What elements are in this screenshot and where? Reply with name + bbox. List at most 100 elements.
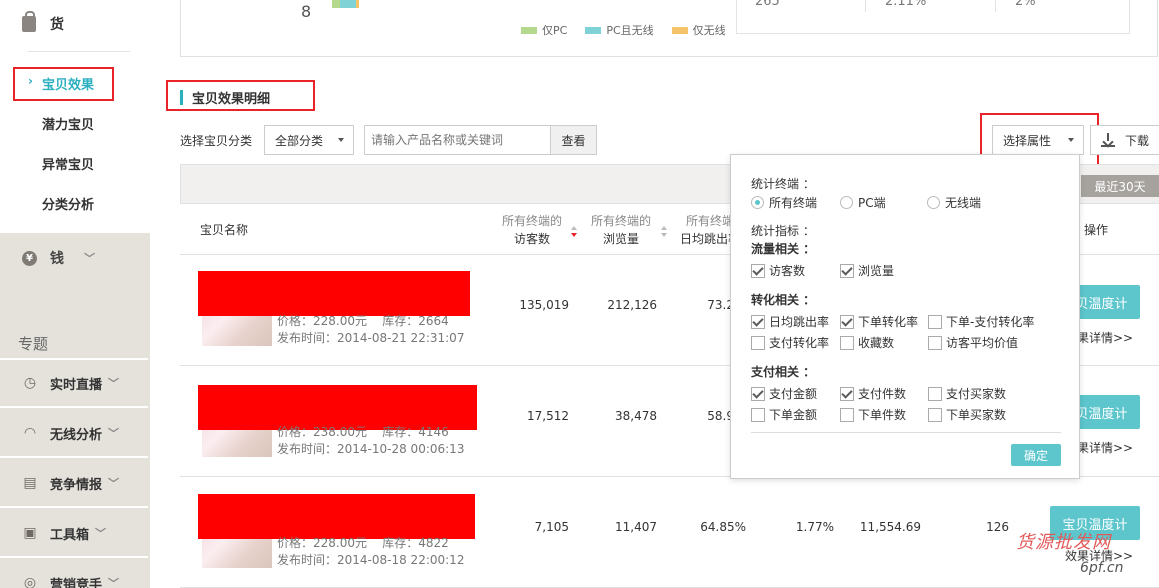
radio-all-terminals[interactable]: 所有终端 [751, 194, 817, 211]
sort-down-icon[interactable] [661, 233, 667, 237]
header-line: 访客数 [514, 232, 551, 246]
divider [865, 0, 866, 12]
legend-label: PC且无线 [606, 24, 654, 37]
divider [28, 51, 130, 52]
group-title-traffic: 流量相关 ： [751, 242, 816, 256]
sort-up-icon[interactable] [571, 226, 577, 230]
checkbox-pay-items[interactable]: 支付件数 [840, 385, 906, 402]
cell-visitors: 17,512 [527, 409, 569, 423]
column-header-pageviews[interactable]: 所有终端的 浏览量 [591, 212, 651, 248]
sidebar-money-label: 钱 [50, 251, 64, 267]
chevron-down-icon: ﹀ [108, 577, 120, 588]
sidebar-goods-header[interactable]: 货 [22, 11, 64, 34]
cell-visitors: 7,105 [534, 520, 569, 534]
product-stock: 库存：2664 [382, 314, 449, 328]
chevron-down-icon: ﹀ [108, 427, 120, 440]
checkbox-icon [928, 314, 942, 329]
radio-wireless[interactable]: 无线端 [927, 194, 981, 211]
download-button[interactable]: 下载 [1090, 125, 1159, 155]
checkbox-label: 下单买家数 [946, 408, 1007, 422]
checkbox-label: 收藏数 [858, 336, 895, 350]
sidebar-item-label: 竞争情报 [50, 477, 103, 493]
checkbox-pageviews[interactable]: 浏览量 [840, 262, 894, 279]
mini-bar [340, 0, 356, 8]
checkbox-order-items[interactable]: 下单件数 [840, 406, 906, 423]
checkbox-pay-conversion[interactable]: 支付转化率 [751, 334, 829, 351]
mini-bar-chart [332, 0, 362, 8]
radio-icon [840, 196, 853, 209]
search-button[interactable]: 查看 [550, 125, 597, 155]
coin-icon: ¥ [22, 250, 37, 266]
legend-swatch [521, 26, 537, 34]
cell-pageviews: 11,407 [615, 520, 657, 534]
category-select[interactable]: 全部分类 [264, 125, 354, 155]
product-stock: 库存：4822 [382, 536, 449, 550]
checkbox-icon [928, 386, 942, 401]
download-label: 下载 [1125, 133, 1150, 148]
cell-pageviews: 38,478 [615, 409, 657, 423]
checkbox-visitors[interactable]: 访客数 [751, 262, 805, 279]
divider [751, 432, 1061, 433]
metric-label: 统计指标 ： [751, 224, 815, 238]
sidebar-money-header[interactable]: ¥ 钱 ﹀ [22, 248, 95, 268]
checkbox-bounce-rate[interactable]: 日均跳出率 [751, 313, 829, 330]
search-input[interactable] [364, 125, 551, 155]
sidebar-item-abnormal[interactable]: 异常宝贝 [42, 154, 94, 173]
sort-down-icon[interactable] [571, 233, 577, 237]
group-title-payment: 支付相关 ： [751, 365, 816, 379]
sort-up-icon[interactable] [661, 226, 667, 230]
checkbox-label: 下单-支付转化率 [946, 315, 1035, 329]
sidebar-item-category-analysis[interactable]: 分类分析 [42, 194, 94, 213]
sidebar-item-toolbox[interactable]: ▣ 工具箱 ﹀ [0, 510, 148, 558]
toolbox-icon: ▣ [23, 525, 37, 541]
checkbox-order-conversion[interactable]: 下单转化率 [840, 313, 918, 330]
sidebar-item-wireless[interactable]: ◠ 无线分析 ﹀ [0, 410, 148, 458]
chevron-down-icon: ﹀ [84, 252, 95, 265]
checkbox-favorites[interactable]: 收藏数 [840, 334, 894, 351]
stat-value: 2.11% [885, 0, 927, 9]
column-header-ops: 操作 [1084, 223, 1109, 237]
column-header-visitors[interactable]: 所有终端的 访客数 [502, 212, 562, 248]
checkbox-label: 下单金额 [769, 408, 818, 422]
wifi-icon: ◠ [24, 425, 36, 441]
checkbox-order-amount[interactable]: 下单金额 [751, 406, 817, 423]
checkbox-label: 浏览量 [858, 264, 895, 278]
sidebar-item-label: 无线分析 [50, 427, 103, 443]
date-range-tag[interactable]: 最近30天 [1081, 175, 1159, 197]
sidebar-item-potential[interactable]: 潜力宝贝 [42, 114, 94, 133]
checkbox-label: 下单转化率 [858, 315, 919, 329]
sidebar-item-competition[interactable]: ▤ 竞争情报 ﹀ [0, 460, 148, 508]
checkbox-order-buyers[interactable]: 下单买家数 [928, 406, 1006, 423]
legend-item: 仅PC [521, 22, 567, 38]
sidebar-item-marketing[interactable]: ◎ 营销竞手 ﹀ [0, 560, 148, 588]
clock-icon: ◷ [23, 375, 37, 391]
sidebar-item-live[interactable]: ◷ 实时直播 ﹀ [0, 360, 148, 408]
confirm-button[interactable]: 确定 [1011, 444, 1061, 466]
legend-item: PC且无线 [585, 22, 654, 38]
checkbox-order-pay-conversion[interactable]: 下单-支付转化率 [928, 313, 1034, 330]
checkbox-label: 支付转化率 [769, 336, 830, 350]
traffic-summary-card: 8 仅PC PC且无线 仅无线 265 2.11% 2% [180, 0, 1158, 57]
checkbox-pay-amount[interactable]: 支付金额 [751, 385, 817, 402]
header-line: 所有终端的 [502, 214, 563, 228]
checkbox-icon [840, 335, 854, 350]
document-icon: ▤ [23, 475, 37, 491]
legend-swatch [671, 26, 688, 34]
sidebar-item-label: 工具箱 [50, 527, 90, 543]
terminal-label: 统计终端 ： [751, 177, 815, 191]
stat-value: 2% [1015, 0, 1036, 9]
legend-item: 仅无线 [671, 22, 726, 38]
checkbox-icon [751, 314, 765, 329]
redacted-product-title [198, 271, 470, 316]
radio-pc[interactable]: PC端 [840, 194, 886, 211]
sidebar: 货 › 宝贝效果 潜力宝贝 异常宝贝 分类分析 ¥ 钱 ﹀ 专题 ◷ 实时直播 … [0, 0, 150, 588]
product-meta: 价格：228.00元 库存：4822 发布时间：2014-08-18 22:00… [277, 535, 464, 569]
chevron-down-icon: ﹀ [108, 477, 120, 490]
legend-swatch [585, 26, 602, 34]
stat-value: 265 [755, 0, 780, 9]
stats-box: 265 2.11% 2% [736, 0, 1130, 34]
checkbox-pay-buyers[interactable]: 支付买家数 [928, 385, 1006, 402]
checkbox-icon [928, 335, 942, 350]
checkbox-visitor-value[interactable]: 访客平均价值 [928, 334, 1018, 351]
bag-icon [22, 11, 36, 32]
